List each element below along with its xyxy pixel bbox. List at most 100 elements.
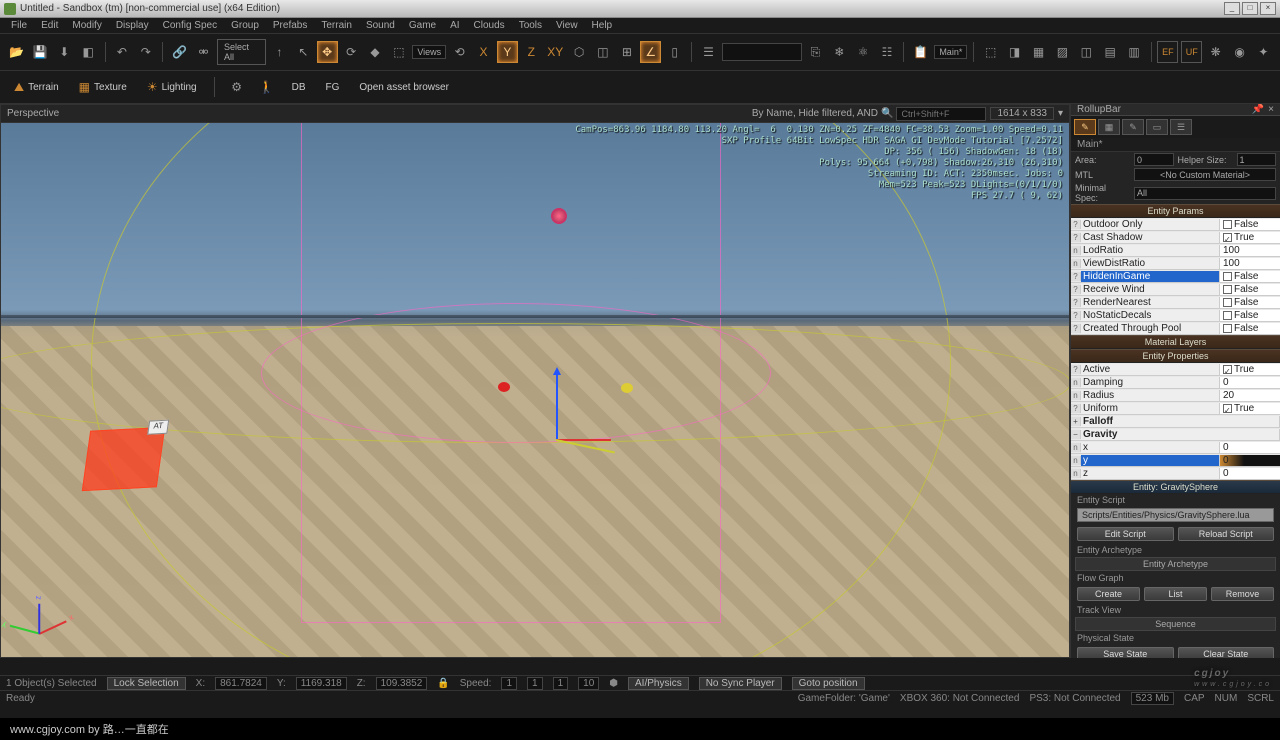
sync-player-button[interactable]: No Sync Player: [699, 677, 782, 690]
particle-icon[interactable]: ❋: [1205, 41, 1226, 63]
property-row[interactable]: nDamping0: [1071, 376, 1280, 389]
flow-list-button[interactable]: List: [1144, 587, 1207, 601]
maximize-button[interactable]: □: [1242, 2, 1258, 15]
coord-z[interactable]: 109.3852: [376, 677, 428, 690]
freeze-icon[interactable]: ❄: [829, 41, 850, 63]
minimize-button[interactable]: _: [1224, 2, 1240, 15]
axis-xy-button[interactable]: XY: [545, 41, 566, 63]
sphere-icon[interactable]: ◉: [1229, 41, 1250, 63]
character-icon[interactable]: 🚶: [256, 76, 278, 98]
layer-name[interactable]: Main*: [1071, 138, 1280, 152]
rotate-icon[interactable]: ⟳: [341, 41, 362, 63]
axis-x-button[interactable]: X: [473, 41, 494, 63]
property-row[interactable]: ?Receive Wind False: [1071, 283, 1280, 296]
property-row[interactable]: ?Uniform True: [1071, 402, 1280, 415]
menu-file[interactable]: File: [4, 19, 34, 32]
tool-f-icon[interactable]: ▤: [1100, 41, 1121, 63]
tool-e-icon[interactable]: ◫: [1076, 41, 1097, 63]
axis-y-button[interactable]: Y: [497, 41, 518, 63]
redo-icon[interactable]: ↷: [135, 41, 156, 63]
menu-configspec[interactable]: Config Spec: [156, 19, 224, 32]
pin-icon[interactable]: 📌: [1252, 104, 1264, 115]
menu-group[interactable]: Group: [224, 19, 266, 32]
terrain-collision-icon[interactable]: ⬢: [609, 678, 618, 689]
ruler-icon[interactable]: ▯: [664, 41, 685, 63]
menu-view[interactable]: View: [549, 19, 585, 32]
area-input[interactable]: [1134, 153, 1174, 166]
property-row[interactable]: ?Outdoor Only False: [1071, 218, 1280, 231]
tool-c-icon[interactable]: ▦: [1028, 41, 1049, 63]
mtl-input[interactable]: [1134, 168, 1276, 181]
property-row[interactable]: nz0: [1071, 467, 1280, 480]
property-row[interactable]: ny0: [1071, 454, 1280, 467]
goto-icon[interactable]: ⎘: [805, 41, 826, 63]
entity-params-header[interactable]: Entity Params: [1071, 204, 1280, 218]
tool-a-icon[interactable]: ⬚: [980, 41, 1001, 63]
open-icon[interactable]: 📂: [6, 41, 27, 63]
script-path[interactable]: Scripts/Entities/Physics/GravitySphere.l…: [1077, 508, 1274, 522]
menu-game[interactable]: Game: [402, 19, 443, 32]
speed-1[interactable]: 1: [527, 677, 543, 690]
tab-layers[interactable]: ☰: [1170, 119, 1192, 135]
ai-icon[interactable]: ☷: [877, 41, 898, 63]
handle-x[interactable]: [498, 382, 510, 392]
db-tool[interactable]: DB: [286, 79, 312, 96]
tab-modify[interactable]: ✎: [1122, 119, 1144, 135]
object-snap-icon[interactable]: ◫: [593, 41, 614, 63]
clear-state-button[interactable]: Clear State: [1178, 647, 1275, 658]
entity-props-header[interactable]: Entity Properties: [1071, 349, 1280, 363]
speed-10[interactable]: 10: [578, 677, 599, 690]
angle-snap-icon[interactable]: ∠: [640, 41, 661, 63]
layer-dropdown-icon[interactable]: 📋: [910, 41, 931, 63]
gear-icon[interactable]: ⚙: [226, 76, 248, 98]
archetype-button[interactable]: Entity Archetype: [1075, 557, 1276, 571]
grid-icon[interactable]: ⊞: [616, 41, 637, 63]
select-area-icon[interactable]: ⬚: [388, 41, 409, 63]
property-row[interactable]: ?NoStaticDecals False: [1071, 309, 1280, 322]
property-row[interactable]: ?HiddenInGame False: [1071, 270, 1280, 283]
property-row[interactable]: ?RenderNearest False: [1071, 296, 1280, 309]
reload-script-button[interactable]: Reload Script: [1178, 527, 1275, 541]
flow-remove-button[interactable]: Remove: [1211, 587, 1274, 601]
refresh-icon[interactable]: ⟲: [449, 41, 470, 63]
coord-x[interactable]: 861.7824: [215, 677, 267, 690]
unlink-icon[interactable]: ⚮: [193, 41, 214, 63]
arrow-icon[interactable]: ↑: [269, 41, 290, 63]
lock-selection-button[interactable]: Lock Selection: [107, 677, 186, 690]
uf-button[interactable]: UF: [1181, 41, 1202, 63]
menu-tools[interactable]: Tools: [512, 19, 549, 32]
helper-size-input[interactable]: [1237, 153, 1277, 166]
star-icon[interactable]: ✦: [1253, 41, 1274, 63]
main-layer-dropdown[interactable]: Main*: [934, 45, 967, 59]
property-row[interactable]: −Gravity: [1071, 428, 1280, 441]
property-row[interactable]: nLodRatio100: [1071, 244, 1280, 257]
undo-icon[interactable]: ↶: [112, 41, 133, 63]
tool-b-icon[interactable]: ◨: [1004, 41, 1025, 63]
hold-icon[interactable]: ◧: [78, 41, 99, 63]
menu-ai[interactable]: AI: [443, 19, 466, 32]
property-row[interactable]: nx0: [1071, 441, 1280, 454]
menu-display[interactable]: Display: [109, 19, 156, 32]
flow-create-button[interactable]: Create: [1077, 587, 1140, 601]
handle-z[interactable]: [621, 383, 633, 393]
layer-input[interactable]: [722, 43, 802, 61]
menu-prefabs[interactable]: Prefabs: [266, 19, 314, 32]
property-row[interactable]: ?Cast Shadow True: [1071, 231, 1280, 244]
3d-viewport[interactable]: AT CamPos=863.96 1184.80 113.20 Angl= 6 …: [1, 123, 1069, 657]
link-icon[interactable]: 🔗: [169, 41, 190, 63]
pointer-icon[interactable]: ↖: [293, 41, 314, 63]
menu-help[interactable]: Help: [585, 19, 620, 32]
minspec-input[interactable]: [1134, 187, 1276, 200]
close-panel-icon[interactable]: ×: [1268, 104, 1274, 115]
views-dropdown[interactable]: Views: [412, 45, 446, 59]
viewport-label[interactable]: Perspective: [7, 108, 59, 119]
property-row[interactable]: ?Created Through Pool False: [1071, 322, 1280, 335]
selected-box[interactable]: AT: [82, 427, 165, 491]
menu-terrain[interactable]: Terrain: [314, 19, 359, 32]
tool-d-icon[interactable]: ▨: [1052, 41, 1073, 63]
export-icon[interactable]: ⬇: [54, 41, 75, 63]
speed-2[interactable]: 1: [553, 677, 569, 690]
save-state-button[interactable]: Save State: [1077, 647, 1174, 658]
edit-script-button[interactable]: Edit Script: [1077, 527, 1174, 541]
texture-tool[interactable]: ▦Texture: [73, 77, 133, 97]
